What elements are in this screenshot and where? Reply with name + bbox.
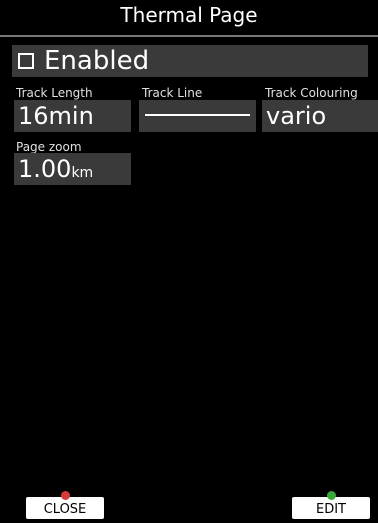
title-divider — [0, 35, 378, 37]
page-zoom-label: Page zoom — [16, 140, 82, 154]
track-line-label: Track Line — [142, 86, 203, 100]
track-line-preview — [145, 114, 250, 116]
enabled-checkbox[interactable] — [18, 53, 34, 69]
edit-icon — [327, 491, 336, 500]
page-title: Thermal Page — [120, 3, 258, 27]
page-zoom-value: 1.00km — [14, 153, 131, 185]
track-colouring-value: vario — [266, 102, 327, 130]
track-length-field[interactable]: 16min — [14, 100, 131, 132]
edit-button[interactable]: EDIT — [292, 491, 370, 519]
track-length-value: 16min — [18, 102, 94, 130]
track-length-label: Track Length — [16, 86, 93, 100]
close-button[interactable]: CLOSE — [26, 491, 104, 519]
edit-button-label: EDIT — [316, 502, 346, 517]
close-icon — [61, 491, 70, 500]
enabled-label: Enabled — [44, 46, 150, 76]
track-colouring-field[interactable]: vario — [262, 100, 378, 132]
enabled-checkbox-row[interactable]: Enabled — [12, 45, 368, 77]
track-line-field[interactable] — [139, 100, 256, 132]
page-zoom-field[interactable]: 1.00km — [14, 153, 131, 185]
track-colouring-label: Track Colouring — [265, 86, 358, 100]
title-bar: Thermal Page — [0, 0, 378, 31]
page-zoom-unit: km — [71, 165, 94, 181]
close-button-label: CLOSE — [43, 502, 87, 517]
page-zoom-number: 1.00 — [18, 155, 72, 183]
